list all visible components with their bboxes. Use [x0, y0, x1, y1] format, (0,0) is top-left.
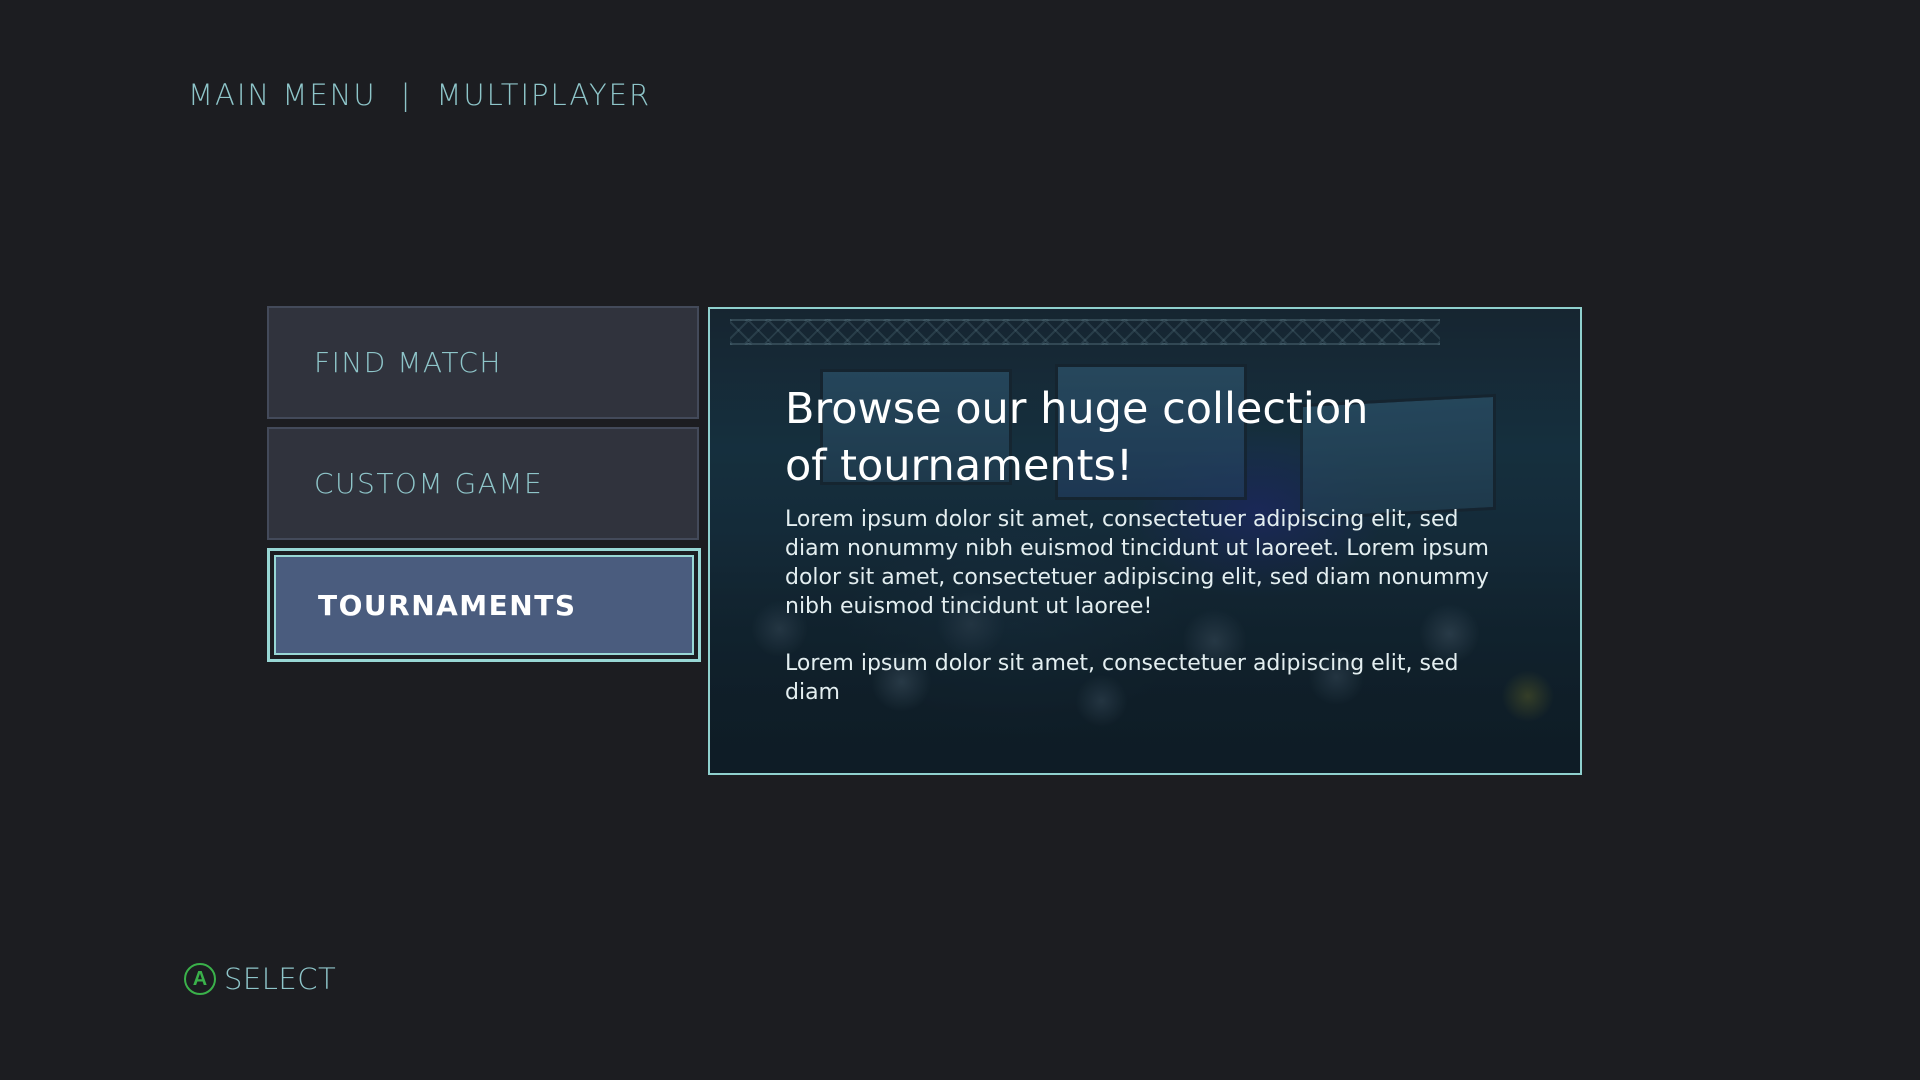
select-hint: A SELECT — [184, 962, 336, 996]
panel-paragraph-2: Lorem ipsum dolor sit amet, consectetuer… — [785, 651, 1459, 705]
multiplayer-screen: MAIN MENU | MULTIPLAYER FIND MATCH CUSTO… — [0, 0, 1920, 1080]
panel-paragraph-1: Lorem ipsum dolor sit amet, consectetuer… — [785, 507, 1489, 619]
menu-item-tournaments[interactable]: TOURNAMENTS — [267, 548, 701, 662]
a-button-icon: A — [184, 963, 216, 995]
breadcrumb-root[interactable]: MAIN MENU — [188, 78, 377, 112]
menu-item-find-match[interactable]: FIND MATCH — [267, 306, 699, 419]
breadcrumb-separator: | — [400, 78, 413, 112]
select-label: SELECT — [224, 962, 337, 996]
tournaments-preview-panel: Browse our huge collection of tournament… — [708, 307, 1582, 775]
breadcrumb: MAIN MENU | MULTIPLAYER — [188, 78, 651, 112]
menu-item-custom-game[interactable]: CUSTOM GAME — [267, 427, 699, 540]
multiplayer-menu: FIND MATCH CUSTOM GAME TOURNAMENTS — [267, 306, 701, 670]
panel-title: Browse our huge collection of tournament… — [785, 384, 1369, 491]
panel-content: Browse our huge collection of tournament… — [785, 381, 1505, 735]
breadcrumb-current: MULTIPLAYER — [436, 78, 652, 112]
